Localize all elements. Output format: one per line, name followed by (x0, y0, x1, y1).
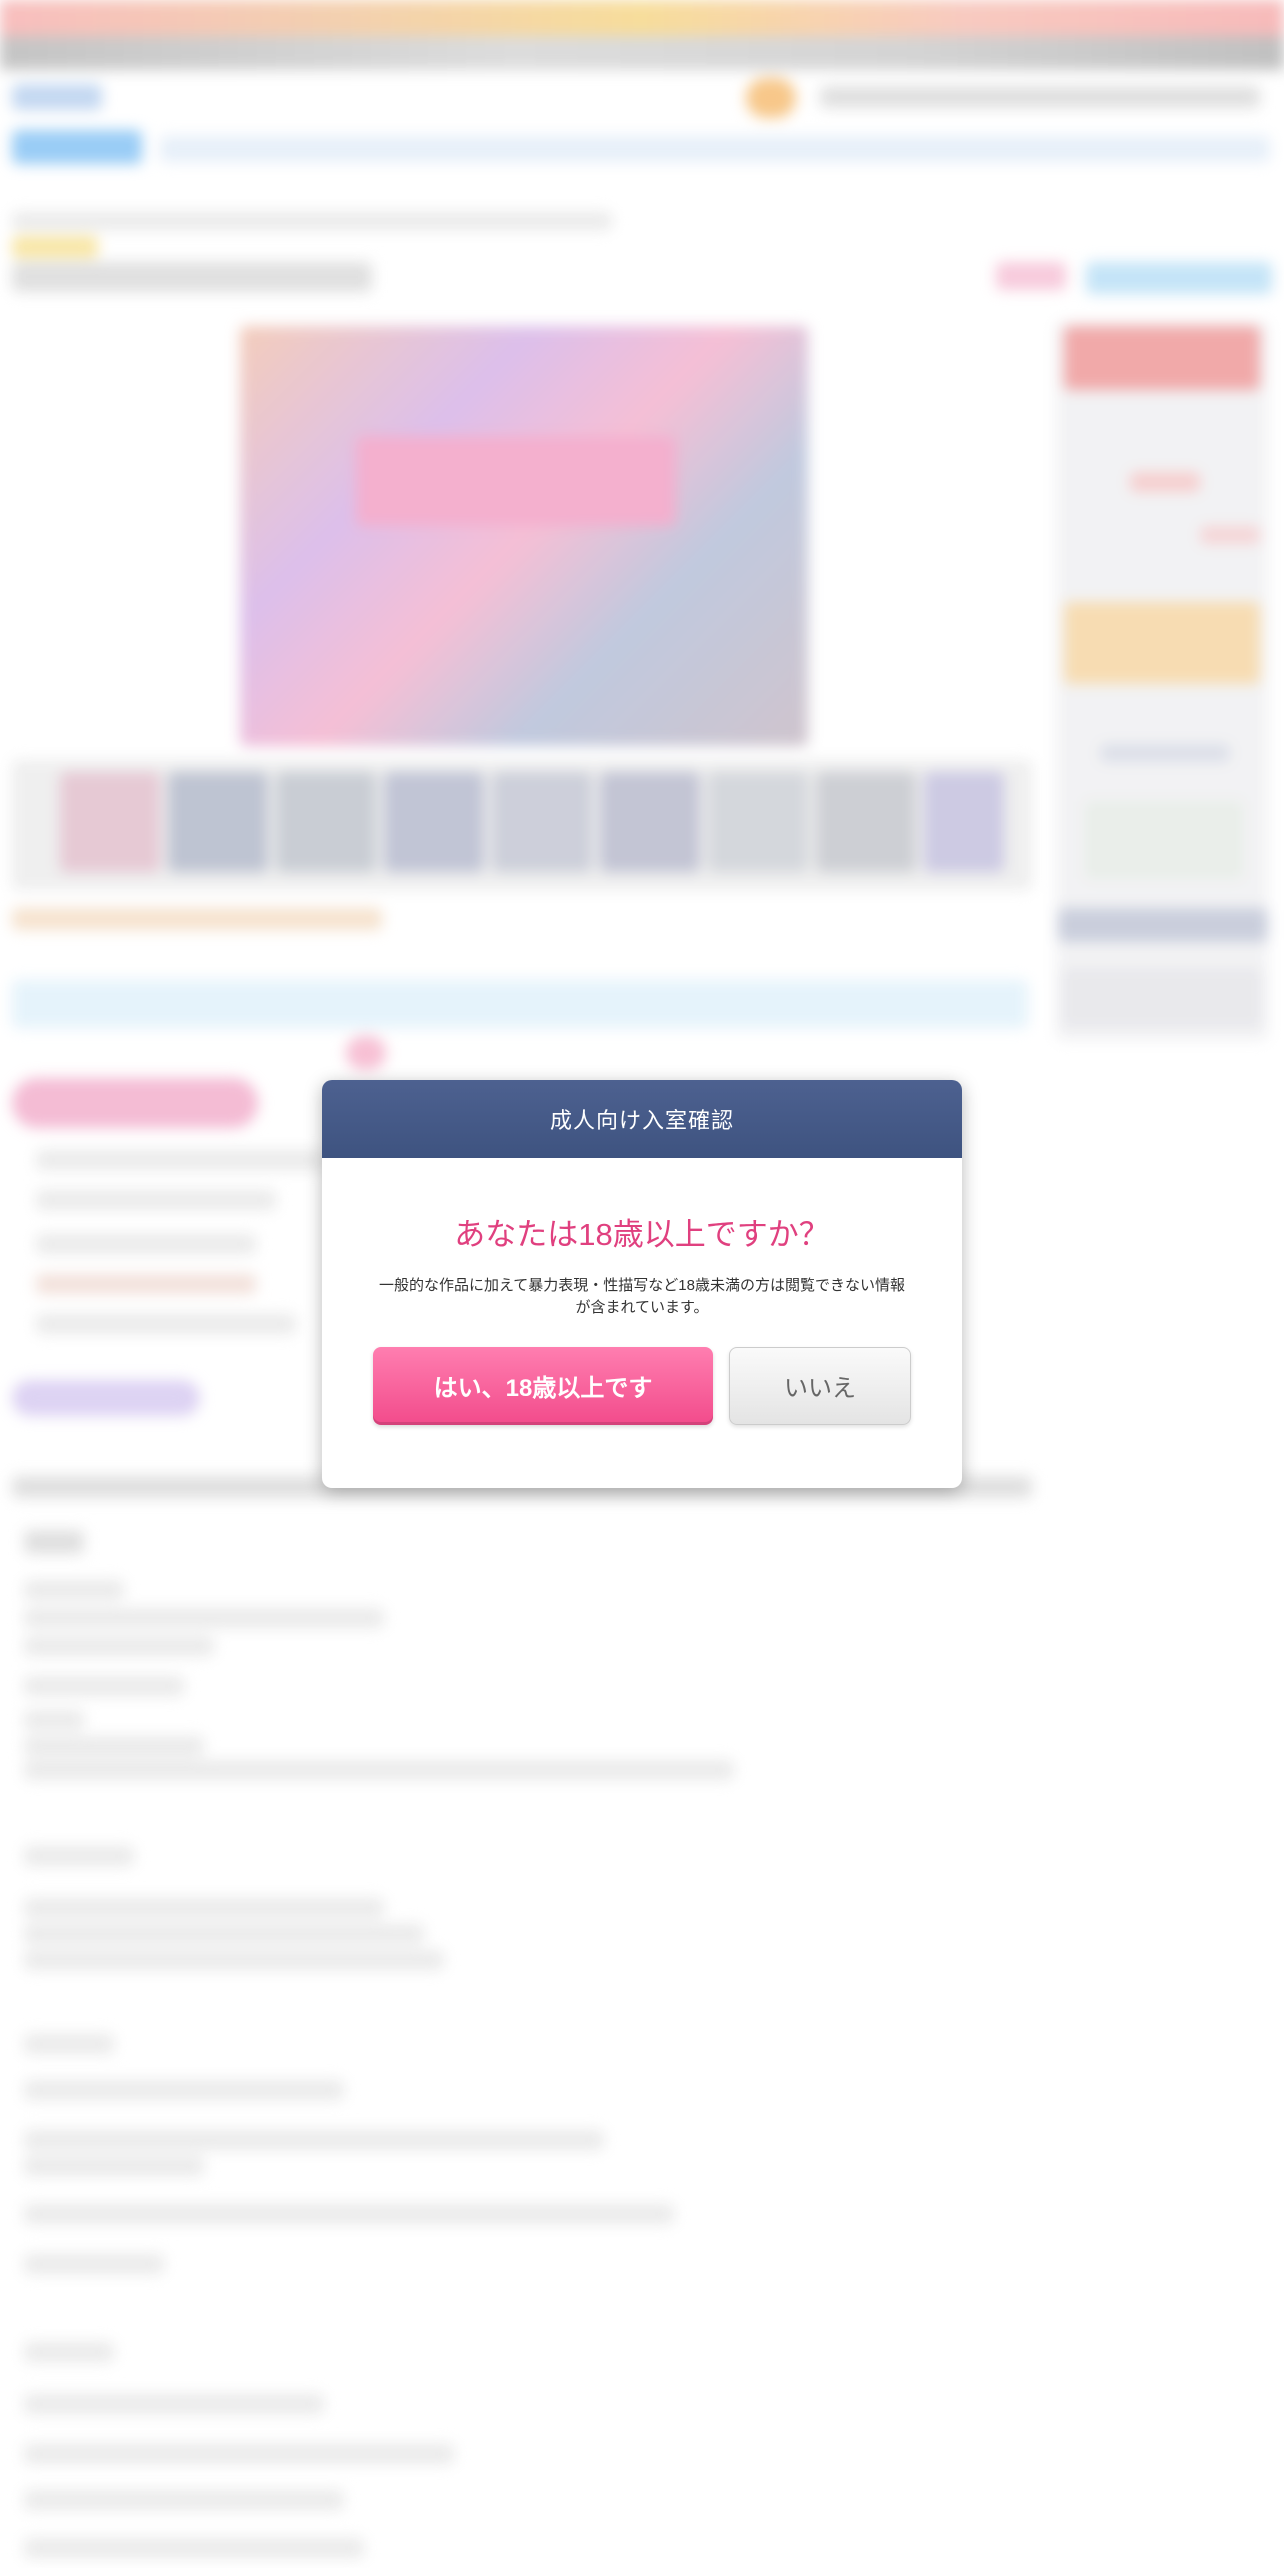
dialog-body: あなたは18歳以上ですか？ 一般的な作品に加えて暴力表現・性描写など18歳未満の… (322, 1158, 962, 1425)
age-warning-text: 一般的な作品に加えて暴力表現・性描写など18歳未満の方は閲覧できない情報が含まれ… (379, 1277, 905, 1316)
decline-button[interactable]: いいえ (729, 1346, 911, 1425)
age-verification-dialog: 成人向け入室確認 あなたは18歳以上ですか？ 一般的な作品に加えて暴力表現・性描… (322, 1080, 962, 1488)
confirm-adult-button[interactable]: はい、18歳以上です (373, 1346, 713, 1425)
dialog-title: 成人向け入室確認 (549, 1108, 734, 1133)
dialog-buttons: はい、18歳以上です いいえ (372, 1346, 912, 1425)
dialog-header: 成人向け入室確認 (322, 1080, 962, 1158)
age-question: あなたは18歳以上ですか？ (454, 1217, 830, 1252)
